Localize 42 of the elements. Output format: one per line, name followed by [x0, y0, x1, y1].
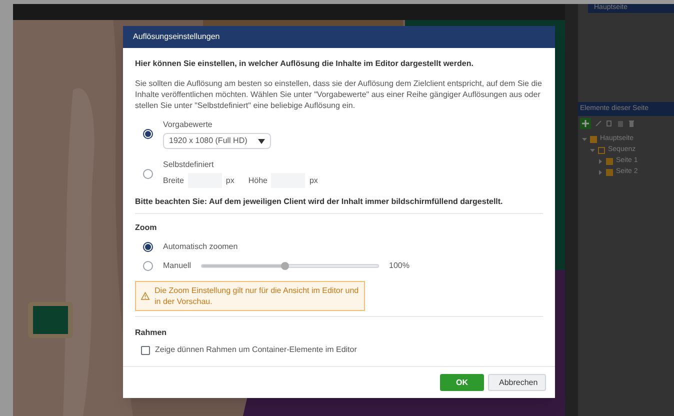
option-label: Selbstdefiniert — [163, 159, 215, 171]
copy-icon[interactable] — [606, 120, 613, 126]
caret-down-icon[interactable] — [590, 148, 595, 153]
description-text: Sie sollten die Auflösung am besten so einstellen, dass sie der Auflösung dem Zielclient entspricht, auf dem Sie die Inhalte veröffentlichen möchten. Wählen Sie unter "Vorgabewerte" aus einer Reihe gängiger Auflösungen aus oder stellen Sie unter "Selbstdefiniert" eine beliebige Auflösung ein. — [135, 78, 543, 111]
unit-label: px — [226, 174, 234, 186]
dialog-title: Auflösungseinstellungen — [123, 26, 555, 48]
node-icon — [606, 169, 613, 176]
option-label: Vorgabewerte — [163, 119, 214, 131]
trash-icon[interactable] — [628, 120, 635, 126]
note-text: Bitte beachten Sie: Auf dem jeweiligen Client wird der Inhalt immer bildschirmfüllend dargestellt. — [135, 196, 543, 214]
option-label: Automatisch zoomen — [163, 241, 238, 253]
radio-button[interactable] — [143, 261, 153, 271]
paste-icon[interactable] — [617, 120, 624, 126]
cancel-button[interactable]: Abbrechen — [488, 374, 546, 391]
radio-button[interactable] — [143, 168, 153, 178]
zoom-value: 100% — [389, 260, 410, 272]
checkbox[interactable] — [141, 346, 150, 354]
section-heading: Rahmen — [135, 327, 168, 339]
slider-thumb[interactable] — [280, 262, 289, 270]
section-heading: Zoom — [135, 222, 158, 234]
intro-text: Hier können Sie einstellen, in welcher Auflösung die Inhalte im Editor dargestellt werden. — [135, 58, 474, 70]
ok-button[interactable]: OK — [440, 374, 484, 391]
field-label: Breite — [163, 174, 184, 186]
caret-right-icon[interactable] — [598, 170, 603, 175]
warning-text: Die Zoom Einstellung gilt nur für die Ansicht im Editor und in der Vorschau. — [154, 285, 359, 307]
unit-label: px — [309, 174, 318, 186]
zoom-slider[interactable] — [201, 264, 380, 268]
node-icon — [598, 147, 605, 154]
option-label: Manuell — [163, 260, 192, 272]
warning-icon — [141, 291, 150, 301]
field-label: Höhe — [248, 174, 268, 186]
radio-button[interactable] — [143, 242, 153, 252]
checkbox-label: Zeige dünnen Rahmen um Container-Elemente im Editor — [155, 344, 357, 356]
node-icon — [590, 136, 597, 143]
resolution-select[interactable]: 1920 x 1080 (Full HD) — [163, 133, 271, 149]
caret-down-icon — [258, 138, 265, 144]
edit-icon[interactable] — [595, 120, 602, 126]
add-button[interactable] — [580, 118, 591, 128]
caret-right-icon[interactable] — [598, 159, 603, 164]
caret-down-icon[interactable] — [582, 137, 587, 142]
radio-button[interactable] — [143, 129, 153, 139]
node-icon — [606, 158, 613, 165]
